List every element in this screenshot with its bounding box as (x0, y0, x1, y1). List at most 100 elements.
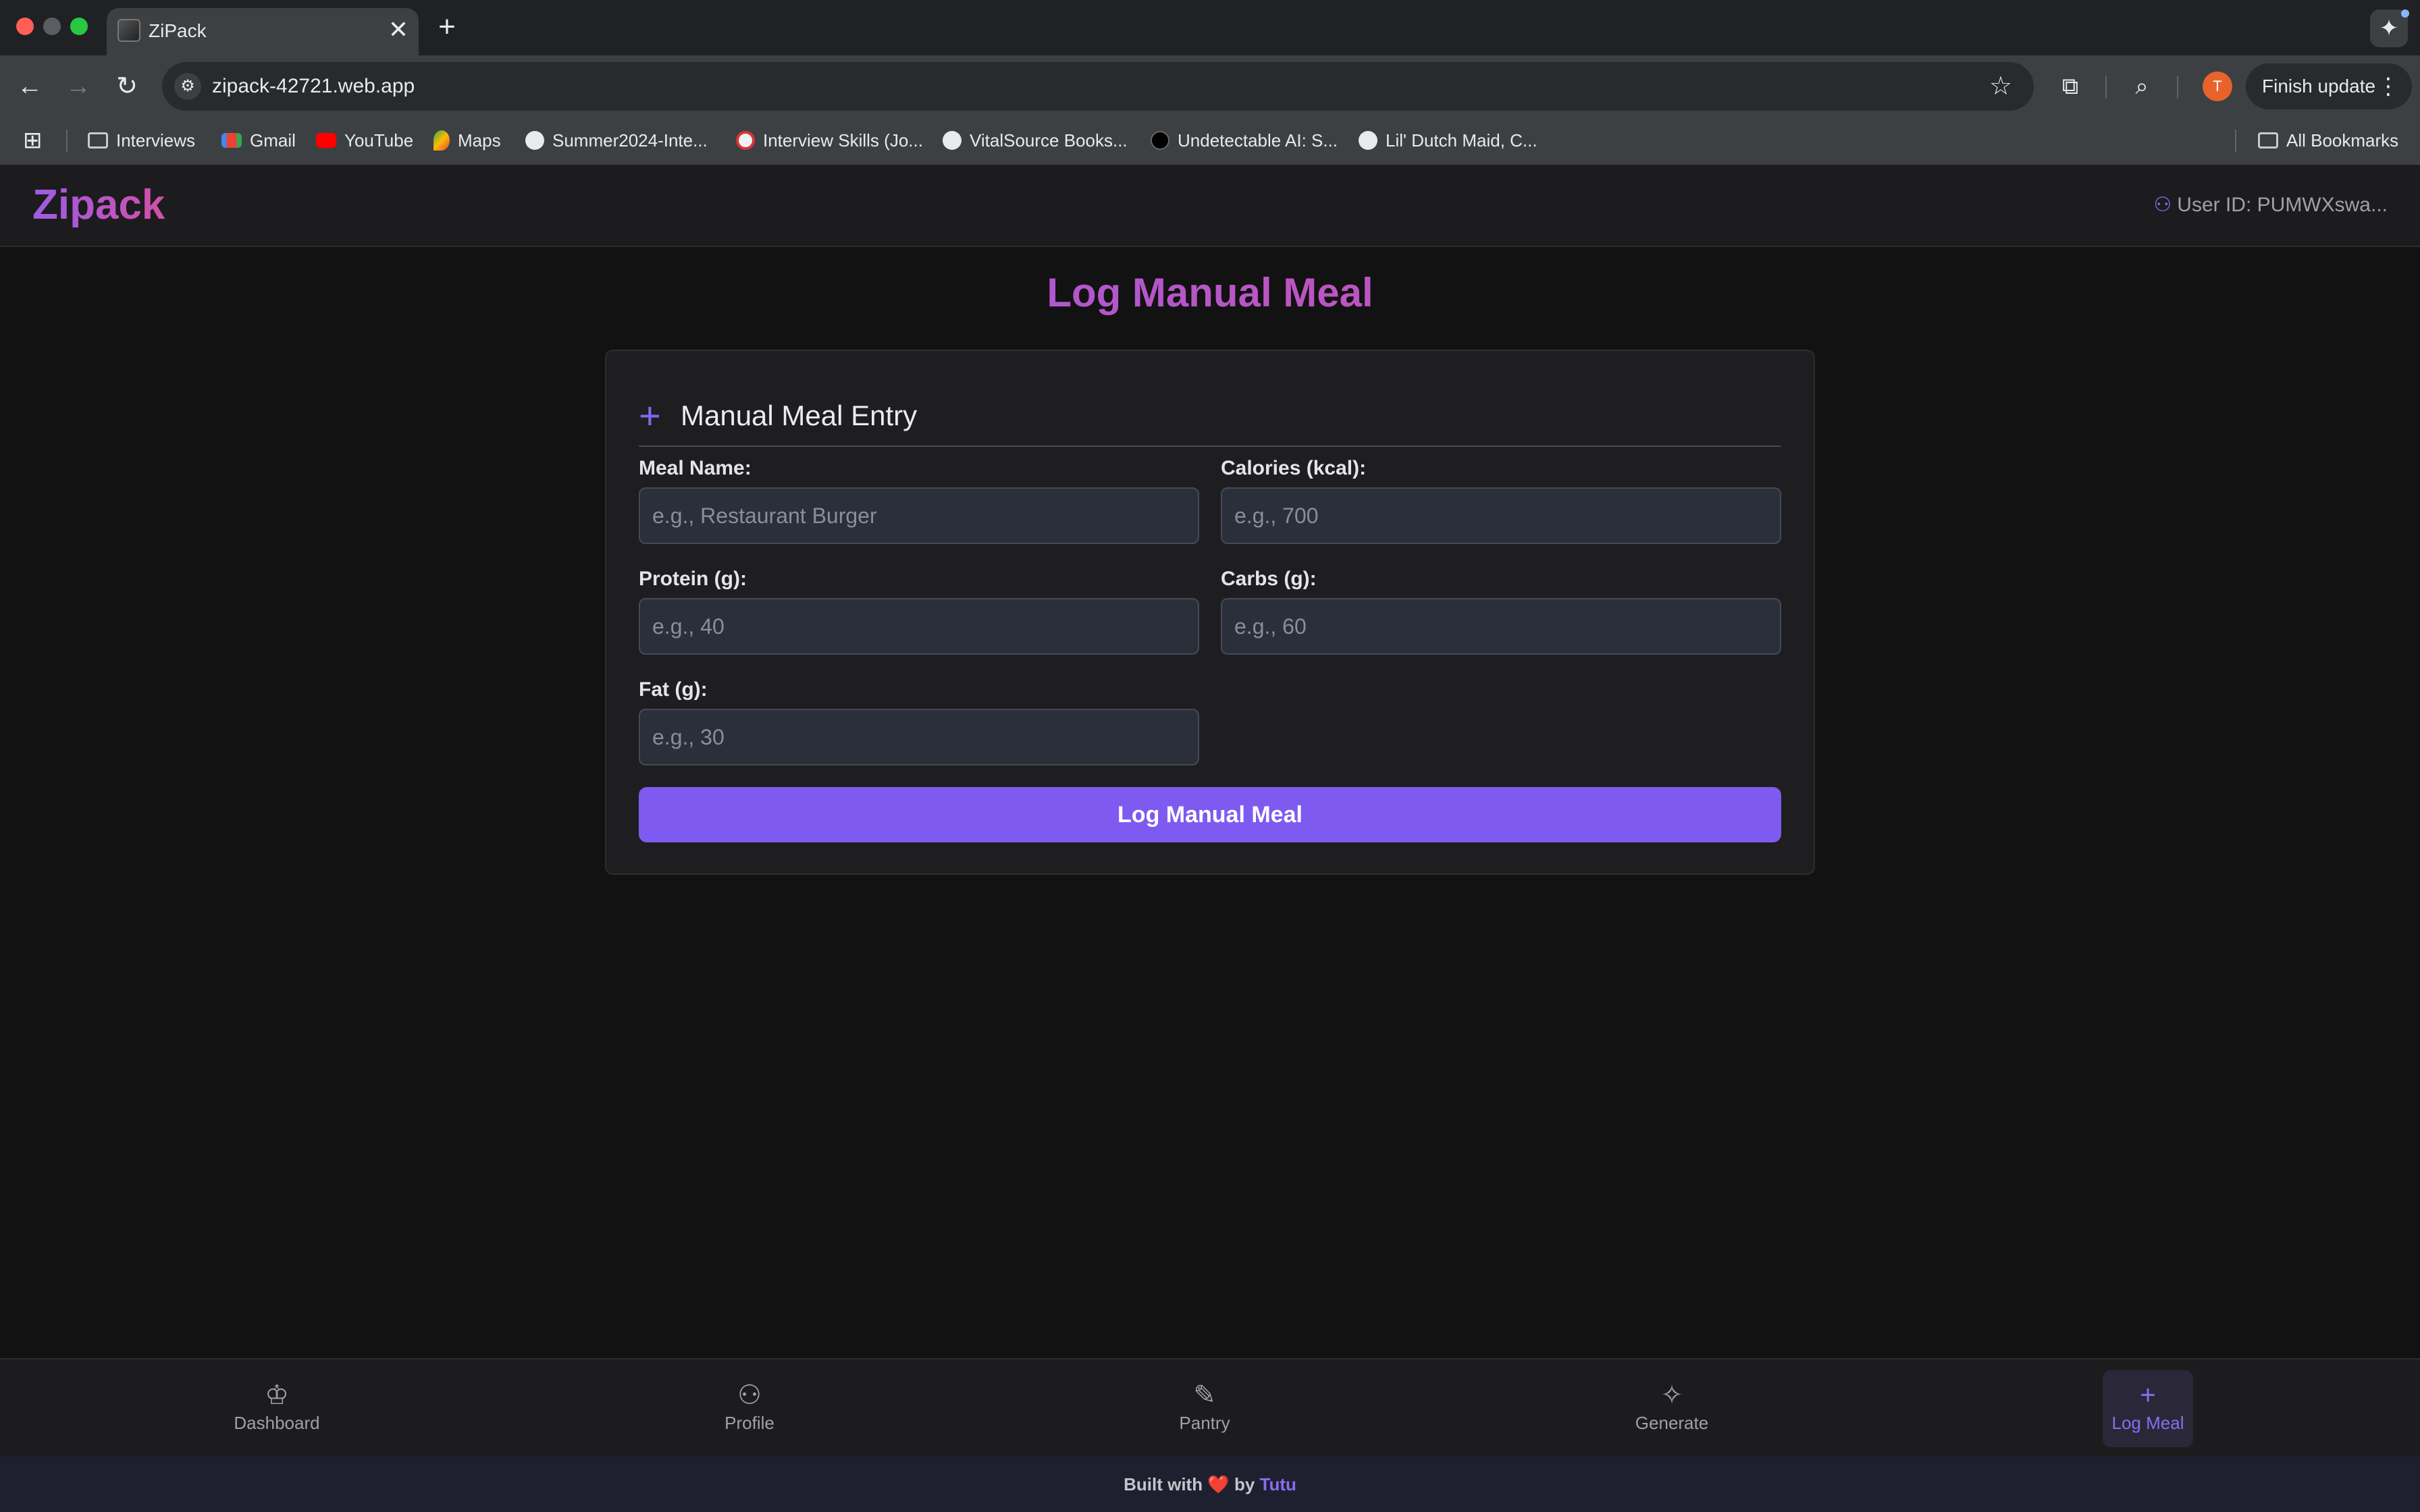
page-title: Log Manual Meal (0, 267, 2420, 319)
browser-chrome: ZiPack ✕ + ✦ ← → ↻ ⚙ zipack-42721.web.ap… (0, 0, 2420, 165)
extensions-icon[interactable]: ⧉ (2054, 70, 2086, 103)
plus-icon: + (639, 394, 661, 437)
bookmark-label: Maps (458, 130, 501, 151)
footer-brand-link[interactable]: Tutu (1260, 1474, 1296, 1494)
site-settings-icon[interactable]: ⚙ (174, 73, 201, 100)
app-logo[interactable]: Zipack (32, 181, 165, 230)
bookmark-youtube[interactable]: YouTube (316, 127, 413, 154)
bookmark-gmail[interactable]: Gmail (221, 127, 296, 154)
carbs-label: Carbs (g): (1221, 568, 1317, 590)
meal-name-input[interactable] (639, 487, 1199, 544)
user-id-display: ⚇ User ID: PUMWXswa... (2153, 192, 2388, 219)
address-bar[interactable]: ⚙ zipack-42721.web.app ☆ (162, 62, 2034, 111)
globe-icon (943, 131, 962, 151)
nav-label: Generate (1635, 1413, 1709, 1433)
user-icon: ⚇ (2153, 194, 2172, 216)
bookmark-star-icon[interactable]: ☆ (1989, 72, 2012, 101)
bottom-nav: ♔ Dashboard ⚇ Profile ✎ Pantry ✧ Generat… (0, 1358, 2420, 1457)
youtube-icon (316, 133, 336, 148)
sparkles-icon: ✧ (1660, 1380, 1683, 1410)
folder-icon (88, 132, 108, 149)
all-bookmarks[interactable]: All Bookmarks (2258, 127, 2398, 154)
bookmarks-divider (66, 130, 68, 153)
log-manual-meal-button[interactable]: Log Manual Meal (639, 787, 1781, 842)
heart-icon: ❤️ (1207, 1474, 1230, 1494)
nav-item-dashboard[interactable]: ♔ Dashboard (209, 1370, 344, 1447)
footer-prefix: Built with (1124, 1474, 1203, 1494)
profile-avatar[interactable]: T (2203, 72, 2232, 101)
toolbar-divider (2177, 76, 2178, 99)
back-icon[interactable]: ← (14, 70, 46, 103)
bookmark-interviews[interactable]: Interviews (88, 127, 195, 154)
tab-title: ZiPack (149, 20, 207, 41)
tab-favicon-icon (117, 19, 140, 42)
site-icon (736, 131, 755, 151)
nav-label: Pantry (1179, 1413, 1230, 1433)
finish-update-button[interactable]: Finish update ⋮ (2246, 63, 2412, 109)
user-icon: ⚇ (737, 1380, 762, 1410)
bookmark-summer2024[interactable]: Summer2024-Inte... (525, 127, 708, 154)
tab-close-icon[interactable]: ✕ (385, 16, 412, 43)
bookmarks-divider (2235, 130, 2236, 153)
bookmarks-bar: ⊞ Interviews Gmail YouTube Maps Summer20… (0, 117, 2420, 165)
bookmark-lil-dutch-maid[interactable]: Lil' Dutch Maid, C... (1359, 127, 1537, 154)
nav-item-log-meal[interactable]: + Log Meal (2103, 1370, 2193, 1447)
finish-update-label: Finish update (2262, 76, 2376, 97)
new-tab-button[interactable]: + (432, 12, 462, 42)
nav-item-pantry[interactable]: ✎ Pantry (1137, 1370, 1272, 1447)
notification-dot (2401, 9, 2409, 18)
close-window-button[interactable] (16, 18, 34, 35)
protein-label: Protein (g): (639, 568, 747, 590)
bookmark-label: Undetectable AI: S... (1178, 130, 1338, 151)
meal-name-label: Meal Name: (639, 457, 752, 479)
gmail-icon (221, 133, 242, 148)
card-header: + Manual Meal Entry (639, 385, 1781, 447)
nav-item-profile[interactable]: ⚇ Profile (682, 1370, 817, 1447)
bookmark-label: VitalSource Books... (970, 130, 1128, 151)
reload-icon[interactable]: ↻ (111, 70, 143, 103)
calories-label: Calories (kcal): (1221, 457, 1367, 479)
more-menu-icon[interactable]: ⋮ (2377, 63, 2400, 109)
browser-tab[interactable]: ZiPack ✕ (107, 8, 419, 55)
protein-input[interactable] (639, 598, 1199, 655)
carrot-icon: ✎ (1193, 1380, 1216, 1410)
maximize-window-button[interactable] (70, 18, 88, 35)
folder-icon (2258, 132, 2278, 149)
github-icon (525, 131, 544, 151)
fat-input[interactable] (639, 709, 1199, 765)
forward-icon[interactable]: → (62, 70, 95, 103)
plus-icon: + (2140, 1380, 2156, 1410)
bookmark-label: YouTube (344, 130, 414, 151)
user-id-text: User ID: PUMWXswa... (2177, 194, 2388, 216)
fat-label: Fat (g): (639, 678, 708, 701)
bookmark-label: Summer2024-Inte... (552, 130, 708, 151)
address-url[interactable]: zipack-42721.web.app (212, 73, 415, 100)
app-header: Zipack ⚇ User ID: PUMWXswa... (0, 165, 2420, 247)
manual-meal-card: + Manual Meal Entry Meal Name: Calories … (605, 350, 1815, 875)
bookmark-label: Lil' Dutch Maid, C... (1386, 130, 1537, 151)
chef-hat-icon: ♔ (265, 1380, 289, 1410)
nav-label: Profile (725, 1413, 774, 1433)
apps-grid-icon[interactable]: ⊞ (23, 127, 43, 154)
site-icon (1151, 131, 1169, 151)
bookmark-maps[interactable]: Maps (433, 127, 501, 154)
bookmark-label: Interviews (116, 130, 196, 151)
tab-strip: ZiPack ✕ + ✦ (0, 0, 2420, 55)
carbs-input[interactable] (1221, 598, 1781, 655)
nav-label: Dashboard (234, 1413, 320, 1433)
globe-icon (1359, 131, 1377, 151)
bookmark-label: Interview Skills (Jo... (763, 130, 923, 151)
footer: Built with ❤️ by Tutu (0, 1457, 2420, 1512)
bookmark-vitalsource[interactable]: VitalSource Books... (943, 127, 1128, 154)
maps-icon (433, 130, 450, 151)
footer-by: by (1234, 1474, 1255, 1494)
calories-input[interactable] (1221, 487, 1781, 544)
nav-item-generate[interactable]: ✧ Generate (1604, 1370, 1739, 1447)
minimize-window-button[interactable] (43, 18, 61, 35)
media-search-icon[interactable]: ⌕ (2126, 70, 2158, 103)
bookmark-undetectable[interactable]: Undetectable AI: S... (1151, 127, 1338, 154)
card-title: Manual Meal Entry (681, 400, 918, 431)
browser-toolbar: ← → ↻ ⚙ zipack-42721.web.app ☆ ⧉ ⌕ T Fin… (0, 55, 2420, 117)
nav-label: Log Meal (2111, 1413, 2184, 1433)
bookmark-interview-skills[interactable]: Interview Skills (Jo... (736, 127, 923, 154)
